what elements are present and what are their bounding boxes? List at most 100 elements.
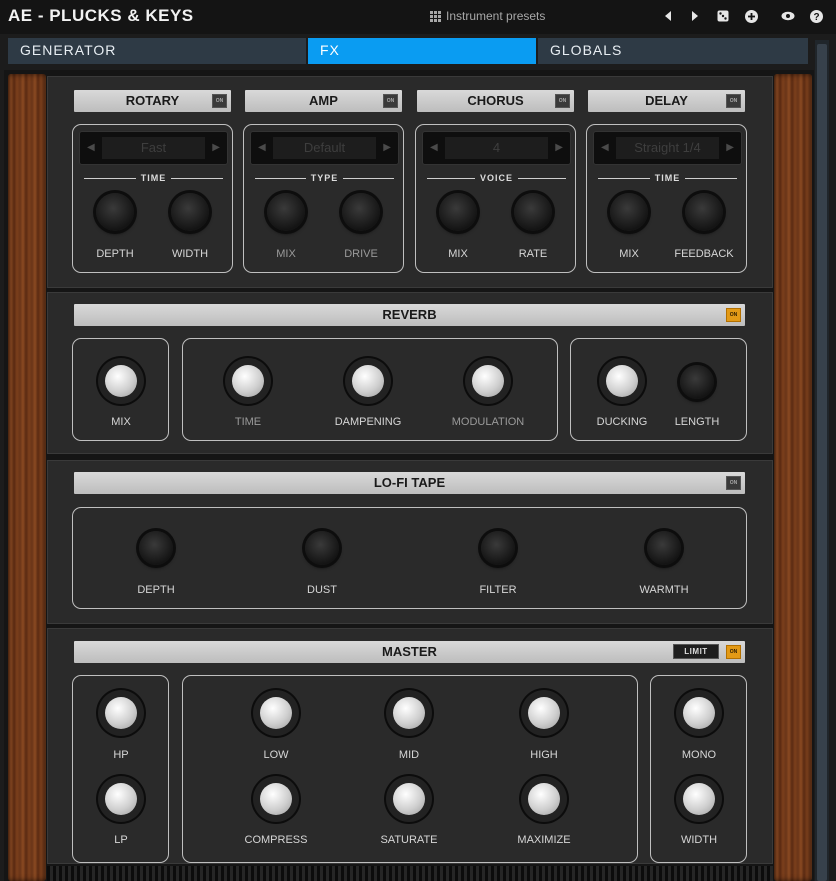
arrow-right-icon[interactable]: ▶: [555, 142, 563, 153]
master-high-knob[interactable]: [528, 697, 560, 729]
svg-text:?: ?: [813, 12, 819, 23]
rotary-depth-knob[interactable]: [96, 193, 134, 231]
title-bar: AE - PLUCKS & KEYS Instrument presets ?: [0, 0, 836, 34]
reverb-dampening-knob[interactable]: [352, 365, 384, 397]
master-compress-knob[interactable]: [260, 783, 292, 815]
vent-grille: [47, 866, 773, 881]
rotary-width-label: WIDTH: [171, 248, 209, 260]
amp-drive-knob[interactable]: [342, 193, 380, 231]
amp-mix-knob[interactable]: [267, 193, 305, 231]
arrow-left-icon[interactable]: ◀: [87, 142, 95, 153]
delay-feedback-knob[interactable]: [685, 193, 723, 231]
rotary-header: ROTARY ON: [74, 90, 231, 112]
chevron-right-icon[interactable]: [688, 9, 702, 23]
delay-title: DELAY: [645, 93, 688, 108]
dice-icon[interactable]: [716, 9, 730, 23]
master-on-button[interactable]: ON: [726, 645, 741, 659]
app-title: AE - PLUCKS & KEYS: [8, 6, 194, 25]
delay-feedback-label: FEEDBACK: [674, 248, 734, 260]
arrow-right-icon[interactable]: ▶: [383, 142, 391, 153]
delay-on-button[interactable]: ON: [726, 94, 741, 108]
reverb-modulation-knob[interactable]: [472, 365, 504, 397]
lofi-filter-knob[interactable]: [481, 531, 515, 565]
scrollbar[interactable]: [815, 40, 829, 881]
reverb-time-knob[interactable]: [232, 365, 264, 397]
master-maximize-knob[interactable]: [528, 783, 560, 815]
chorus-rate-knob[interactable]: [514, 193, 552, 231]
delay-selector-label: TIME: [598, 173, 737, 183]
reverb-ducking-knob[interactable]: [606, 365, 638, 397]
lofi-dust-knob[interactable]: [305, 531, 339, 565]
wood-side-right: [774, 74, 812, 881]
master-limit-button[interactable]: LIMIT: [673, 644, 719, 659]
chorus-header: CHORUS ON: [417, 90, 574, 112]
rotary-on-button[interactable]: ON: [212, 94, 227, 108]
arrow-left-icon[interactable]: ◀: [430, 142, 438, 153]
rotary-time-value: Fast: [102, 137, 205, 159]
arrow-left-icon[interactable]: ◀: [258, 142, 266, 153]
reverb-length-label: LENGTH: [674, 416, 720, 428]
plus-circle-icon[interactable]: [744, 9, 758, 23]
master-saturate-label: SATURATE: [380, 834, 438, 846]
chorus-on-button[interactable]: ON: [555, 94, 570, 108]
amp-type-value: Default: [273, 137, 376, 159]
master-title: MASTER: [382, 644, 437, 659]
master-width-knob[interactable]: [683, 783, 715, 815]
tab-fx[interactable]: FX: [308, 38, 536, 64]
chevron-left-icon[interactable]: [661, 9, 675, 23]
master-low-knob[interactable]: [260, 697, 292, 729]
amp-type-selector[interactable]: ◀ Default ▶: [250, 131, 399, 165]
master-header: MASTER LIMIT ON: [74, 641, 745, 663]
reverb-modulation-label: MODULATION: [451, 416, 525, 428]
rotary-width-knob[interactable]: [171, 193, 209, 231]
lofi-title: LO-FI TAPE: [373, 475, 446, 490]
amp-title: AMP: [309, 93, 338, 108]
rotary-time-selector[interactable]: ◀ Fast ▶: [79, 131, 228, 165]
chorus-mix-knob[interactable]: [439, 193, 477, 231]
tab-globals[interactable]: GLOBALS: [538, 38, 808, 64]
grid-icon: [430, 10, 441, 22]
lofi-depth-knob[interactable]: [139, 531, 173, 565]
master-mid-label: MID: [398, 749, 420, 761]
reverb-length-knob[interactable]: [680, 365, 714, 399]
delay-mix-knob[interactable]: [610, 193, 648, 231]
amp-selector-label: TYPE: [255, 173, 394, 183]
chorus-title: CHORUS: [467, 93, 524, 108]
reverb-on-button[interactable]: ON: [726, 308, 741, 322]
delay-header: DELAY ON: [588, 90, 745, 112]
tab-generator[interactable]: GENERATOR: [8, 38, 306, 64]
lofi-warmth-knob[interactable]: [647, 531, 681, 565]
lofi-depth-label: DEPTH: [137, 584, 175, 596]
arrow-right-icon[interactable]: ▶: [212, 142, 220, 153]
reverb-header: REVERB ON: [74, 304, 745, 326]
instrument-presets-button[interactable]: Instrument presets: [430, 9, 545, 23]
amp-on-button[interactable]: ON: [383, 94, 398, 108]
master-width-label: WIDTH: [680, 834, 718, 846]
lofi-warmth-label: WARMTH: [639, 584, 689, 596]
master-lp-knob[interactable]: [105, 783, 137, 815]
master-saturate-knob[interactable]: [393, 783, 425, 815]
chorus-voice-value: 4: [445, 137, 548, 159]
lofi-header: LO-FI TAPE ON: [74, 472, 745, 494]
arrow-left-icon[interactable]: ◀: [601, 142, 609, 153]
master-mono-knob[interactable]: [683, 697, 715, 729]
reverb-title: REVERB: [382, 307, 437, 322]
delay-time-value: Straight 1/4: [616, 137, 719, 159]
help-icon[interactable]: ?: [809, 9, 823, 23]
delay-time-selector[interactable]: ◀ Straight 1/4 ▶: [593, 131, 742, 165]
master-mid-knob[interactable]: [393, 697, 425, 729]
scrollbar-thumb[interactable]: [817, 44, 827, 881]
amp-drive-label: DRIVE: [344, 248, 378, 260]
master-hp-knob[interactable]: [105, 697, 137, 729]
arrow-right-icon[interactable]: ▶: [726, 142, 734, 153]
eye-icon[interactable]: [781, 9, 795, 23]
master-lp-label: LP: [114, 834, 128, 846]
chorus-rate-label: RATE: [518, 248, 548, 260]
lofi-on-button[interactable]: ON: [726, 476, 741, 490]
reverb-mix-knob[interactable]: [105, 365, 137, 397]
wood-side-left: [8, 74, 46, 881]
reverb-mix-label: MIX: [111, 416, 131, 428]
reverb-time-label: TIME: [234, 416, 262, 428]
chorus-voice-selector[interactable]: ◀ 4 ▶: [422, 131, 571, 165]
master-maximize-label: MAXIMIZE: [517, 834, 571, 846]
